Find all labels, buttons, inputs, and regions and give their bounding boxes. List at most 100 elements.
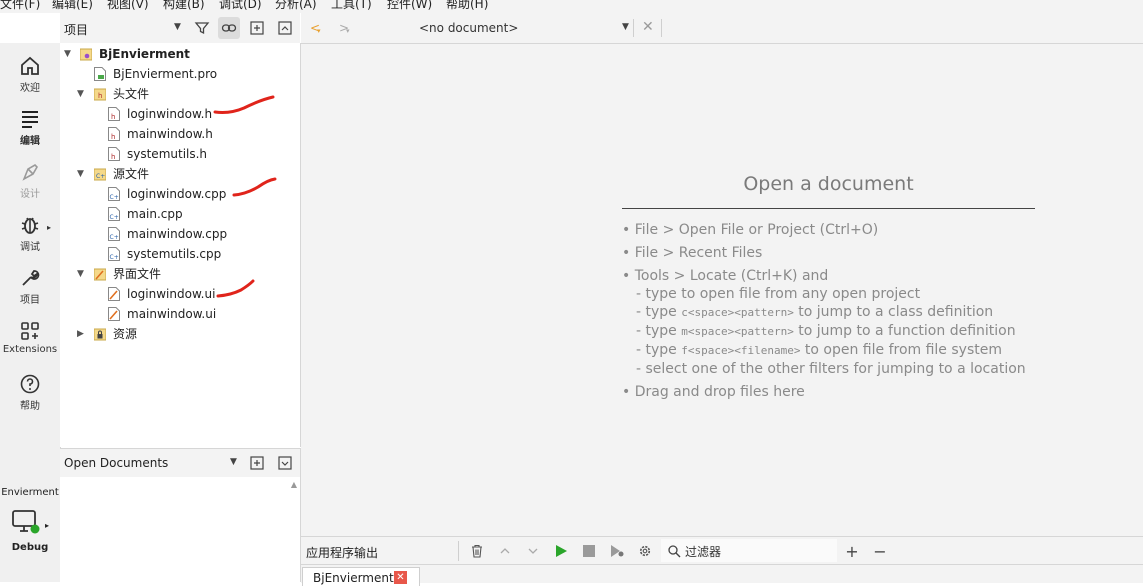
- settings-button[interactable]: [636, 542, 654, 560]
- output-pane-toolbar: 应用程序输出 过滤器 + −: [301, 536, 1143, 564]
- tree-row-file[interactable]: mainwindow.ui: [60, 304, 300, 324]
- red-underline-annotation: [216, 279, 255, 298]
- hint-text: to jump to a class definition: [793, 304, 994, 320]
- filter-icon: [194, 22, 210, 35]
- mode-design[interactable]: 设计: [0, 161, 60, 200]
- menu-view[interactable]: 视图(V): [107, 0, 149, 12]
- tree-row-file[interactable]: h mainwindow.h: [60, 124, 300, 144]
- menu-edit[interactable]: 编辑(E): [52, 0, 93, 12]
- kit-project-name: Envierment: [1, 487, 59, 498]
- collapse-pane-button[interactable]: [274, 452, 296, 474]
- cpp-file-icon: C+: [108, 247, 120, 261]
- tree-item-label: loginwindow.cpp: [127, 187, 227, 201]
- document-selector[interactable]: <no document>: [419, 21, 518, 35]
- forms-folder-icon: [94, 268, 106, 281]
- filter-placeholder: 过滤器: [685, 545, 722, 559]
- welcome-title: Open a document: [743, 173, 914, 195]
- svg-text:h: h: [111, 153, 115, 161]
- expand-arrow-icon[interactable]: ▼: [77, 264, 84, 284]
- tree-item-label: loginwindow.ui: [127, 287, 216, 301]
- dropdown-arrow-icon[interactable]: ▼: [230, 457, 237, 467]
- mode-label: 欢迎: [20, 83, 40, 94]
- menu-analyze[interactable]: 分析(A): [275, 0, 317, 12]
- stop-icon: [583, 545, 595, 557]
- tree-item-label: 头文件: [113, 87, 150, 101]
- design-icon: [22, 164, 38, 181]
- tree-row-file[interactable]: C+ main.cpp: [60, 204, 300, 224]
- expand-arrow-icon: ▸: [46, 223, 51, 232]
- expand-arrow-icon[interactable]: ▼: [77, 164, 84, 184]
- mode-label: Extensions: [2, 344, 58, 355]
- add-split-icon: [250, 21, 264, 35]
- tree-row-file[interactable]: C+ systemutils.cpp: [60, 244, 300, 264]
- expand-arrow-icon[interactable]: ▼: [77, 84, 84, 104]
- hint-recent-files: • File > Recent Files: [622, 245, 763, 261]
- tree-row-project[interactable]: ▼ BjEnvierment: [60, 44, 300, 64]
- close-document-icon[interactable]: ✕: [642, 19, 654, 35]
- mode-extensions[interactable]: Extensions: [0, 320, 60, 355]
- mode-welcome[interactable]: 欢迎: [0, 55, 60, 94]
- filter-button[interactable]: [191, 17, 213, 39]
- collapse-icon: [278, 21, 292, 35]
- chevron-up-icon: [500, 548, 510, 554]
- chevron-down-icon: [528, 548, 538, 554]
- mode-label: 设计: [20, 189, 40, 200]
- mode-edit[interactable]: 编辑: [0, 108, 60, 147]
- expand-arrow-icon: ▸: [45, 521, 50, 530]
- tree-row-file[interactable]: C+ mainwindow.cpp: [60, 224, 300, 244]
- header-file-icon: h: [108, 147, 120, 161]
- dropdown-arrow-icon[interactable]: ▼: [622, 22, 629, 32]
- attach-debugger-button[interactable]: [608, 542, 626, 560]
- trash-icon: [472, 544, 482, 558]
- separator: [458, 541, 459, 561]
- dropdown-arrow-icon[interactable]: ▼: [174, 22, 181, 32]
- view-selector[interactable]: 项目: [64, 21, 88, 38]
- stop-button[interactable]: [580, 542, 598, 560]
- previous-item-button[interactable]: [496, 542, 514, 560]
- menu-file[interactable]: 文件(F): [0, 0, 40, 12]
- svg-text:C+: C+: [110, 214, 119, 221]
- mode-projects[interactable]: 项目: [0, 267, 60, 306]
- output-filter-field[interactable]: 过滤器: [661, 539, 837, 562]
- svg-text:h: h: [111, 113, 115, 121]
- tree-row-forms-folder[interactable]: ▼ 界面文件: [60, 264, 300, 284]
- help-icon: [20, 374, 40, 394]
- kit-selector[interactable]: Envierment ▸ Debug: [0, 487, 60, 582]
- hint-code: m<space><pattern>: [681, 325, 794, 338]
- mode-debug[interactable]: ▸ 调试: [0, 214, 60, 253]
- back-dropdown-icon[interactable]: ▾: [317, 27, 321, 35]
- sync-link-button[interactable]: [218, 17, 240, 39]
- tree-row-file[interactable]: h systemutils.h: [60, 144, 300, 164]
- close-tab-icon[interactable]: ✕: [394, 571, 407, 584]
- menu-tools[interactable]: 工具(T): [331, 0, 372, 12]
- open-documents-list[interactable]: ▲: [60, 477, 301, 582]
- tree-row-resources-folder[interactable]: ▶ 资源: [60, 324, 300, 344]
- next-item-button[interactable]: [524, 542, 542, 560]
- menu-bar: 文件(F) 编辑(E) 视图(V) 构建(B) 调试(D) 分析(A) 工具(T…: [0, 0, 1143, 13]
- zoom-in-button[interactable]: +: [843, 542, 861, 561]
- forward-dropdown-icon[interactable]: ▾: [346, 27, 350, 35]
- collapse-button[interactable]: [274, 17, 296, 39]
- zoom-out-button[interactable]: −: [871, 542, 889, 561]
- mode-help[interactable]: 帮助: [0, 373, 60, 412]
- menu-controls[interactable]: 控件(W): [387, 0, 432, 12]
- hint-text: - type: [636, 304, 682, 320]
- tree-row-file[interactable]: loginwindow.ui: [60, 284, 300, 304]
- tree-row-pro-file[interactable]: BjEnvierment.pro: [60, 64, 300, 84]
- mode-label: 编辑: [20, 136, 40, 147]
- cpp-file-icon: C+: [108, 207, 120, 221]
- tree-item-label: 源文件: [113, 167, 150, 181]
- scroll-up-icon[interactable]: ▲: [291, 480, 297, 489]
- output-tab[interactable]: BjEnvierment ✕: [302, 567, 420, 586]
- open-documents-label[interactable]: Open Documents: [64, 456, 168, 470]
- menu-build[interactable]: 构建(B): [163, 0, 205, 12]
- split-button[interactable]: [246, 452, 268, 474]
- menu-debug[interactable]: 调试(D): [219, 0, 262, 12]
- run-button[interactable]: [552, 542, 570, 560]
- clear-output-button[interactable]: [468, 542, 486, 560]
- project-pane-toolbar: 项目 ▼: [60, 13, 300, 44]
- expand-arrow-icon[interactable]: ▼: [64, 44, 71, 64]
- collapsed-arrow-icon[interactable]: ▶: [77, 324, 84, 344]
- menu-help[interactable]: 帮助(H): [446, 0, 488, 12]
- split-button[interactable]: [246, 17, 268, 39]
